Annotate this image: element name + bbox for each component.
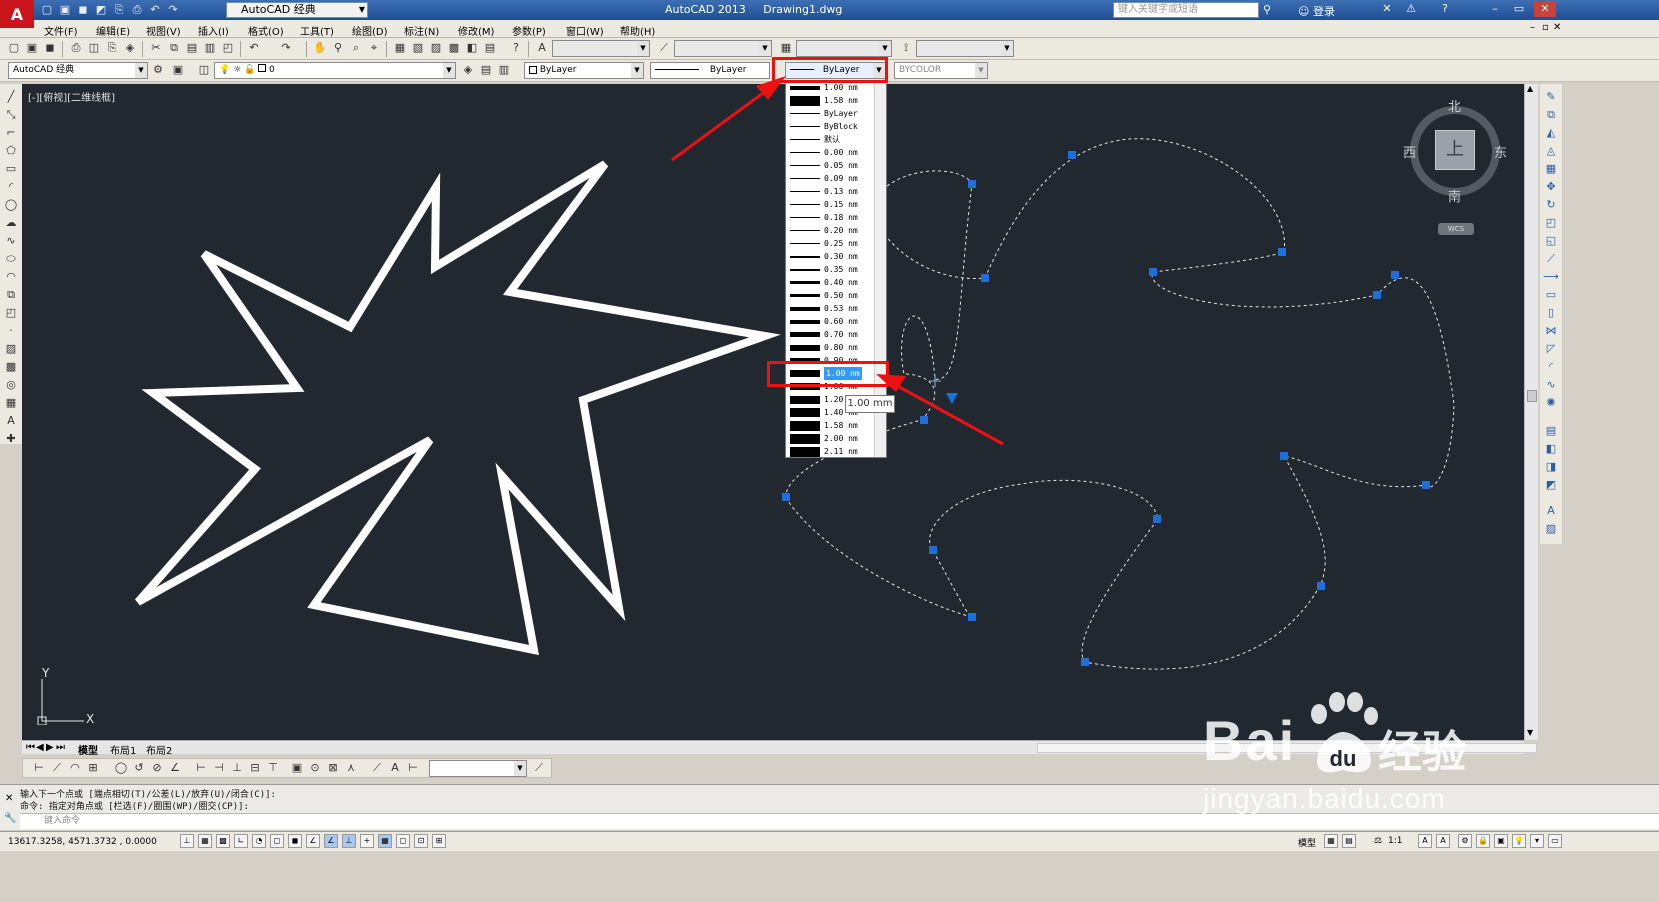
close-icon[interactable]: ✕	[5, 793, 13, 804]
dim-ordinate-icon[interactable]: ⊞	[85, 760, 101, 776]
dim-update-icon[interactable]: ⊢	[405, 760, 421, 776]
command-history-line2: 命令: 指定对角点或 [栏选(F)/圈围(WP)/圈交(CP)]:	[20, 802, 249, 812]
dim-angular-icon[interactable]: ∠	[167, 760, 183, 776]
dim-aligned-icon[interactable]: ⟋	[49, 760, 65, 776]
dim-continue-icon[interactable]: ⊥	[229, 760, 245, 776]
clean-screen-icon[interactable]: ▭	[1548, 834, 1562, 848]
workspace-switch-icon[interactable]: ⚙	[1458, 834, 1472, 848]
tab-model[interactable]: 模型	[78, 742, 98, 757]
jogged-linear-icon[interactable]: ⋏	[343, 760, 359, 776]
annotation-visibility-icon[interactable]: A	[1418, 834, 1432, 848]
status-menu-icon[interactable]: ▾	[1530, 834, 1544, 848]
drawing-quickview-icon[interactable]: ▤	[1342, 834, 1356, 848]
lweight-toggle[interactable]: +	[360, 834, 374, 848]
layout-tabs: ⏮ ◀ ▶ ⏭ 模型 布局1 布局2	[22, 740, 1537, 757]
toolbar-lock-icon[interactable]: 🔒	[1476, 834, 1490, 848]
osnap-toggle[interactable]: ◻	[270, 834, 284, 848]
ducs-toggle[interactable]: ∠	[324, 834, 338, 848]
dim-quick-icon[interactable]: ⊢	[193, 760, 209, 776]
snap-toggle[interactable]: ▦	[198, 834, 212, 848]
ortho-toggle[interactable]: ∟	[234, 834, 248, 848]
dimension-toolbar: ⊢ ⟋ ◠ ⊞ ◯ ↺ ⊘ ∠ ⊢ ⊣ ⊥ ⊟ ⊤ ▣ ⊙ ⊠ ⋏ ⟋ A ⊢ …	[22, 758, 552, 778]
qp-toggle[interactable]: ◻	[396, 834, 410, 848]
isolate-objects-icon[interactable]: 💡	[1512, 834, 1526, 848]
polar-toggle[interactable]: ◔	[252, 834, 266, 848]
coordinate-readout[interactable]: 13617.3258, 4571.3732 , 0.0000	[8, 837, 157, 847]
center-mark-icon[interactable]: ⊙	[307, 760, 323, 776]
model-space-button[interactable]: 模型	[1298, 836, 1316, 849]
command-window: 输入下一个点或 [端点相切(T)/公差(L)/放弃(U)/闭合(C)]: 命令:…	[0, 784, 1659, 830]
dim-edit-icon[interactable]: ⟋	[369, 760, 385, 776]
annotation-scale-icon[interactable]: ⚖	[1374, 836, 1382, 846]
sc-toggle[interactable]: ⊡	[414, 834, 428, 848]
dim-arc-icon[interactable]: ◠	[67, 760, 83, 776]
dim-space-icon[interactable]: ⊟	[247, 760, 263, 776]
tab-layout1[interactable]: 布局1	[110, 742, 136, 757]
chevron-down-icon: ▼	[514, 761, 526, 776]
inspect-icon[interactable]: ⊠	[325, 760, 341, 776]
hardware-acceleration-icon[interactable]: ▣	[1494, 834, 1508, 848]
annotation-scale[interactable]: 1:1	[1388, 836, 1402, 846]
dim-text-edit-icon[interactable]: A	[387, 760, 403, 776]
arrow-to-selection	[891, 381, 1004, 446]
dim-baseline-icon[interactable]: ⊣	[211, 760, 227, 776]
layout-quickview-icon[interactable]: ▦	[1324, 834, 1338, 848]
tab-nav-last-icon[interactable]: ⏭	[56, 742, 65, 753]
dim-style-icon[interactable]: ⟋	[531, 760, 547, 776]
dim-diameter-icon[interactable]: ⊘	[149, 760, 165, 776]
wrench-icon[interactable]: 🔧	[4, 813, 16, 824]
dim-radius-icon[interactable]: ◯	[113, 760, 129, 776]
tab-nav-next-icon[interactable]: ▶	[46, 742, 54, 753]
grid-toggle[interactable]: ▩	[216, 834, 230, 848]
dim-jogged-icon[interactable]: ↺	[131, 760, 147, 776]
dyn-toggle[interactable]: ⊥	[342, 834, 356, 848]
arrow-to-combo	[671, 86, 771, 162]
dim-break-icon[interactable]: ⊤	[265, 760, 281, 776]
tab-nav-first-icon[interactable]: ⏮	[26, 742, 35, 753]
status-bar: 13617.3258, 4571.3732 , 0.0000 ⊥ ▦ ▩ ∟ ◔…	[0, 831, 1659, 851]
application-menu-button[interactable]: A	[0, 0, 34, 28]
infer-constraints-toggle[interactable]: ⊥	[180, 834, 194, 848]
tolerance-icon[interactable]: ▣	[289, 760, 305, 776]
dim-linear-icon[interactable]: ⊢	[31, 760, 47, 776]
dim-style-combo-bottom[interactable]: ▼	[429, 760, 527, 777]
tab-layout2[interactable]: 布局2	[146, 742, 172, 757]
transparency-toggle[interactable]: ▦	[378, 834, 392, 848]
auto-scale-icon[interactable]: A	[1436, 834, 1450, 848]
tab-nav-prev-icon[interactable]: ◀	[36, 742, 44, 753]
otrack-toggle[interactable]: ∠	[306, 834, 320, 848]
horizontal-scrollbar[interactable]	[1037, 743, 1537, 753]
am-toggle[interactable]: ⊞	[432, 834, 446, 848]
3dosnap-toggle[interactable]: ◼	[288, 834, 302, 848]
command-input[interactable]: 键入命令	[20, 813, 1659, 829]
